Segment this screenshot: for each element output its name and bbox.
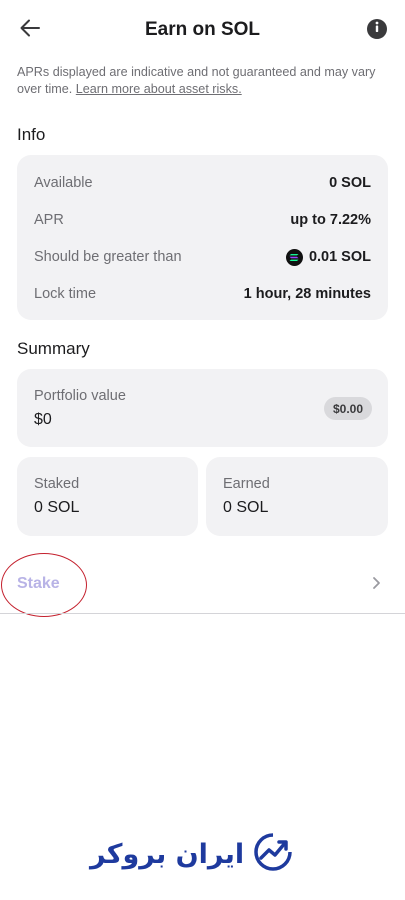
earned-label: Earned bbox=[223, 476, 270, 492]
chevron-right-icon bbox=[372, 576, 381, 595]
summary-section-title: Summary bbox=[17, 339, 90, 358]
apr-disclaimer: APRs displayed are indicative and not gu… bbox=[17, 64, 393, 98]
info-card: Available 0 SOL APR up to 7.22% Should b… bbox=[17, 155, 388, 320]
staked-value: 0 SOL bbox=[34, 499, 80, 516]
staked-card: Staked 0 SOL bbox=[17, 457, 198, 536]
earned-card: Earned 0 SOL bbox=[206, 457, 388, 536]
info-button[interactable] bbox=[367, 19, 387, 39]
available-value: 0 SOL bbox=[329, 175, 371, 191]
info-row-lock-time: Lock time 1 hour, 28 minutes bbox=[34, 284, 371, 304]
staked-label: Staked bbox=[34, 476, 80, 492]
lock-time-label: Lock time bbox=[34, 286, 97, 302]
available-label: Available bbox=[34, 175, 93, 191]
minimum-value-wrap: 0.01 SOL bbox=[285, 248, 371, 266]
info-row-apr: APR up to 7.22% bbox=[34, 210, 371, 230]
portfolio-value-label: Portfolio value bbox=[34, 388, 126, 404]
earned-value: 0 SOL bbox=[223, 499, 269, 516]
minimum-label: Should be greater than bbox=[34, 249, 182, 265]
info-row-minimum: Should be greater than 0.01 SOL bbox=[34, 247, 371, 267]
watermark-logo: ایران بروکر bbox=[90, 830, 305, 878]
portfolio-value-badge: $0.00 bbox=[323, 397, 372, 420]
highlight-circle-annotation bbox=[1, 553, 87, 617]
divider bbox=[0, 613, 405, 614]
info-row-available: Available 0 SOL bbox=[34, 173, 371, 193]
asset-risks-link[interactable]: Learn more about asset risks. bbox=[76, 82, 242, 96]
page-title: Earn on SOL bbox=[144, 19, 261, 40]
top-bar: Earn on SOL bbox=[0, 0, 405, 62]
info-section-title: Info bbox=[17, 125, 46, 144]
minimum-value: 0.01 SOL bbox=[308, 249, 371, 265]
portfolio-value: $0 bbox=[34, 411, 52, 428]
lock-time-value: 1 hour, 28 minutes bbox=[243, 286, 371, 302]
apr-label: APR bbox=[34, 212, 64, 228]
portfolio-value-card: Portfolio value $0 $0.00 bbox=[17, 369, 388, 447]
info-circle-icon bbox=[367, 17, 387, 42]
watermark-text: ایران بروکر bbox=[90, 838, 245, 870]
apr-value: up to 7.22% bbox=[290, 212, 371, 228]
sol-coin-icon bbox=[285, 248, 303, 266]
trend-chart-icon bbox=[252, 831, 294, 878]
